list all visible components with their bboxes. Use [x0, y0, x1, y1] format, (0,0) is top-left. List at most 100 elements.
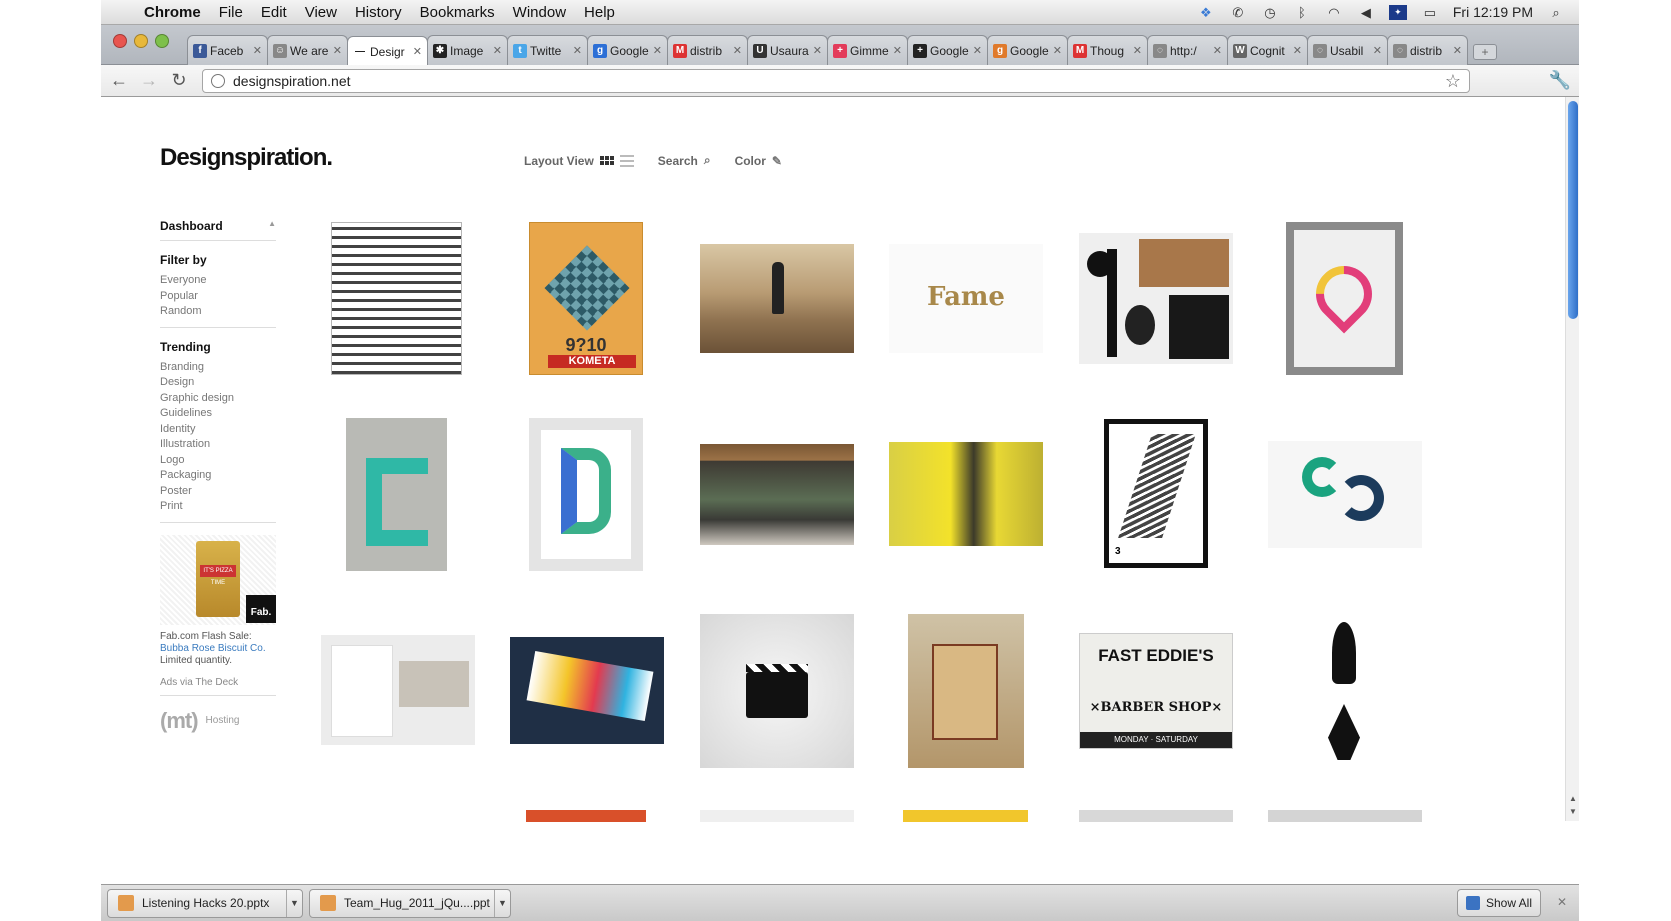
spotlight-icon[interactable]: ⌕	[1547, 5, 1565, 20]
tab-close-icon[interactable]: ✕	[1293, 44, 1302, 57]
filter-link[interactable]: Random	[160, 304, 276, 320]
trending-link[interactable]: Print	[160, 499, 276, 515]
menu-bookmarks[interactable]: Bookmarks	[411, 4, 504, 21]
scroll-down-arrow[interactable]: ▼	[1566, 807, 1579, 816]
grid-item-partial-yellow[interactable]	[903, 810, 1028, 822]
tab-close-icon[interactable]: ✕	[573, 44, 582, 57]
browser-tab[interactable]: ◌ http:/ ✕	[1147, 35, 1228, 65]
battery-icon[interactable]: ▭	[1421, 5, 1439, 20]
grid-item-partial-gray-3[interactable]	[1268, 810, 1422, 822]
browser-tab[interactable]: Mdistrib ✕	[667, 35, 748, 65]
grid-item-arrows-logo[interactable]	[1268, 441, 1422, 548]
download-2-menu-icon[interactable]: ▼	[494, 889, 510, 917]
search-icon[interactable]: ⌕	[704, 153, 711, 168]
menubar-clock[interactable]: Fri 12:19 PM	[1453, 4, 1533, 20]
tab-close-icon[interactable]: ✕	[1373, 44, 1382, 57]
page-scrollbar[interactable]: ▲ ▼	[1565, 97, 1579, 821]
search-link[interactable]: Search	[658, 154, 698, 168]
ads-via-link[interactable]: Ads via The Deck	[160, 677, 276, 688]
menu-history[interactable]: History	[346, 4, 411, 21]
time-machine-icon[interactable]: ◷	[1261, 5, 1279, 20]
grid-item-c-poster[interactable]	[346, 418, 447, 571]
grid-item-forest-photo[interactable]	[700, 244, 854, 353]
volume-icon[interactable]: ◀	[1357, 5, 1375, 20]
grid-item-yellow-hallway[interactable]	[889, 442, 1043, 546]
trending-link[interactable]: Guidelines	[160, 406, 276, 422]
browser-tab[interactable]: t Twitte ✕	[507, 35, 588, 65]
browser-tab[interactable]: W Cognit ✕	[1227, 35, 1308, 65]
tab-close-icon[interactable]: ✕	[1053, 44, 1062, 57]
browser-tab[interactable]: U Usaura ✕	[747, 35, 828, 65]
minimize-window-button[interactable]	[134, 34, 148, 48]
download-item-2[interactable]: Team_Hug_2011_jQu....ppt ▼	[309, 888, 511, 918]
grid-item-partial-orange[interactable]	[526, 810, 646, 822]
grid-item-partial-gray-2[interactable]	[1079, 810, 1233, 822]
grid-item-kometa-matchbox[interactable]: 9?10 KOMETA	[529, 222, 643, 375]
trending-link[interactable]: Logo	[160, 453, 276, 469]
trending-link[interactable]: Packaging	[160, 468, 276, 484]
filter-link[interactable]: Everyone	[160, 273, 276, 289]
tab-close-icon[interactable]: ✕	[413, 45, 422, 58]
close-shelf-icon[interactable]: ✕	[1557, 895, 1567, 909]
tab-close-icon[interactable]: ✕	[973, 44, 982, 57]
filter-link[interactable]: Popular	[160, 289, 276, 305]
show-all-downloads-button[interactable]: Show All	[1456, 889, 1541, 917]
tab-close-icon[interactable]: ✕	[1213, 44, 1222, 57]
grid-item-barber-shop[interactable]: FAST EDDIE'S ×BARBER SHOP× MONDAY · SATU…	[1079, 633, 1233, 749]
browser-tab[interactable]: + Google ✕	[907, 35, 988, 65]
scrollbar-thumb[interactable]	[1568, 101, 1578, 319]
bluetooth-icon[interactable]: ᛒ	[1293, 5, 1311, 20]
flag-icon[interactable]: ✦	[1388, 4, 1407, 20]
browser-tab[interactable]: ◌ distrib ✕	[1387, 35, 1468, 65]
tab-close-icon[interactable]: ✕	[253, 44, 262, 57]
menu-help[interactable]: Help	[575, 4, 624, 21]
close-window-button[interactable]	[113, 34, 127, 48]
scroll-up-arrow[interactable]: ▲	[1566, 794, 1579, 803]
browser-tab[interactable]: ◌ Usabil ✕	[1307, 35, 1388, 65]
list-view-icon[interactable]	[619, 154, 634, 167]
address-url[interactable]: designspiration.net	[233, 73, 351, 89]
menu-edit[interactable]: Edit	[252, 4, 296, 21]
menu-window[interactable]: Window	[504, 4, 575, 21]
grid-item-partial-gray[interactable]	[700, 810, 854, 822]
tab-close-icon[interactable]: ✕	[893, 44, 902, 57]
browser-tab[interactable]: + Gimme ✕	[827, 35, 908, 65]
download-1-menu-icon[interactable]: ▼	[286, 889, 302, 917]
bookmark-star-icon[interactable]: ☆	[1445, 71, 1461, 92]
grid-item-colorful-box[interactable]	[510, 637, 664, 744]
grid-item-lightning-poster[interactable]: 3	[1104, 419, 1208, 568]
dropbox-icon[interactable]: ❖	[1197, 5, 1215, 20]
tab-close-icon[interactable]: ✕	[813, 44, 822, 57]
browser-tab[interactable]: M Thoug ✕	[1067, 35, 1148, 65]
trending-link[interactable]: Branding	[160, 360, 276, 376]
grid-item-fame-logo[interactable]: Fame	[889, 244, 1043, 353]
tab-close-icon[interactable]: ✕	[1453, 44, 1462, 57]
forward-icon[interactable]: →	[137, 70, 161, 91]
zoom-window-button[interactable]	[155, 34, 169, 48]
trending-link[interactable]: Illustration	[160, 437, 276, 453]
download-item-1[interactable]: Listening Hacks 20.pptx ▼	[107, 888, 303, 918]
grid-item-clapboard[interactable]	[700, 614, 854, 768]
trending-link[interactable]: Graphic design	[160, 391, 276, 407]
color-link[interactable]: Color	[735, 154, 766, 168]
tab-close-icon[interactable]: ✕	[333, 44, 342, 57]
menu-app[interactable]: Chrome	[135, 4, 210, 21]
reload-icon[interactable]: ↻	[167, 70, 191, 91]
wrench-icon[interactable]: 🔧	[1549, 70, 1571, 91]
wifi-icon[interactable]: ◠	[1325, 5, 1343, 20]
menu-view[interactable]: View	[296, 4, 346, 21]
browser-tab[interactable]: ✱ Image ✕	[427, 35, 508, 65]
hosting-credit[interactable]: (mt) Hosting	[160, 708, 276, 734]
trending-link[interactable]: Poster	[160, 484, 276, 500]
tab-close-icon[interactable]: ✕	[733, 44, 742, 57]
site-logo[interactable]: Designspiration.	[160, 144, 333, 172]
browser-tab[interactable]: — Desigr ✕	[347, 36, 428, 66]
tab-close-icon[interactable]: ✕	[493, 44, 502, 57]
ad-link[interactable]: Bubba Rose Biscuit Co.	[160, 643, 276, 655]
menu-file[interactable]: File	[210, 4, 252, 21]
grid-item-matchbook[interactable]	[908, 614, 1024, 768]
new-tab-button[interactable]: +	[1473, 44, 1497, 60]
grid-item-shiner-beer[interactable]	[1079, 233, 1233, 364]
dashboard-toggle[interactable]: Dashboard ▲	[160, 219, 276, 233]
back-icon[interactable]: ←	[107, 70, 131, 91]
